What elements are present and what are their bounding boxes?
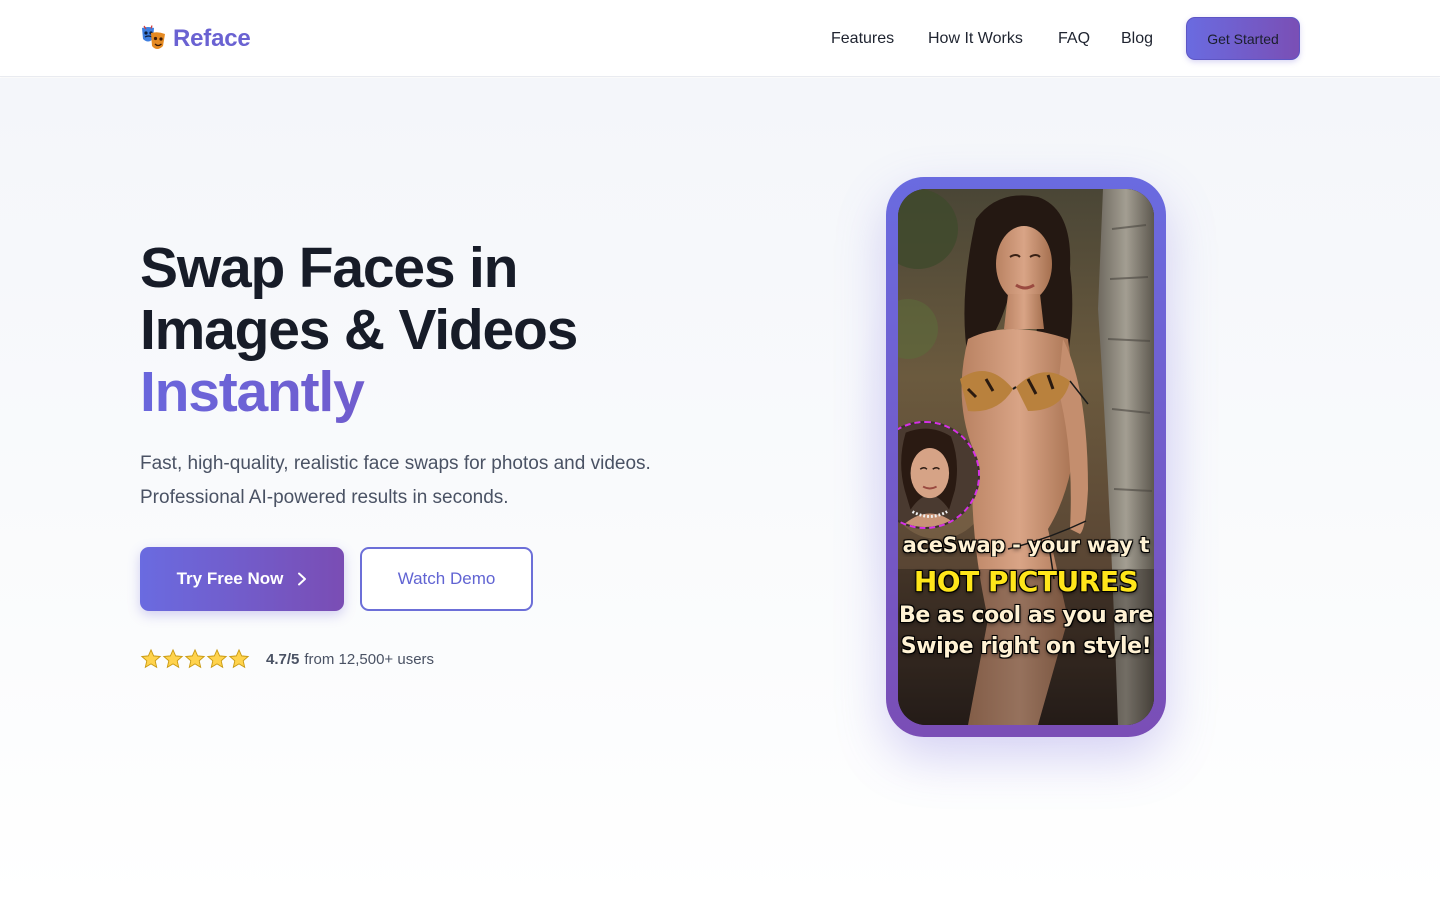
subtext-line-1: Fast, high-quality, realistic face swaps… <box>140 453 651 474</box>
headline-line-1: Swap Faces in <box>140 236 518 300</box>
logo-text: Reface <box>173 25 251 52</box>
try-free-now-button[interactable]: Try Free Now <box>140 547 344 611</box>
nav-item-features[interactable]: Features <box>831 26 894 52</box>
try-free-now-label: Try Free Now <box>176 569 284 588</box>
logo[interactable]: Reface <box>140 22 251 56</box>
headline-line-2: Images & Videos <box>140 298 578 362</box>
star-icon <box>206 648 228 669</box>
star-icon <box>140 648 162 669</box>
star-icon <box>228 648 250 669</box>
chevron-right-icon <box>298 572 307 586</box>
hero-subtext: Fast, high-quality, realistic face swaps… <box>140 447 740 515</box>
watch-demo-button[interactable]: Watch Demo <box>360 547 533 611</box>
caption-line-3: Be as cool as you are <box>898 603 1153 628</box>
star-icon <box>162 648 184 669</box>
get-started-button[interactable]: Get Started <box>1186 17 1300 60</box>
caption-line-4: Swipe right on style! <box>900 634 1152 659</box>
masks-icon <box>142 25 165 49</box>
star-icon <box>184 648 206 669</box>
caption-line-1: aceSwap - your way t <box>902 533 1150 557</box>
subtext-line-2: Professional AI-powered results in secon… <box>140 487 509 508</box>
phone-mockup: aceSwap - your way t HOT PICTURES Be as … <box>886 177 1166 737</box>
headline-accent: Instantly <box>140 361 760 423</box>
rating-text: from 12,500+ users <box>304 650 435 668</box>
nav-item-faq[interactable]: FAQ <box>1058 26 1090 52</box>
phone-screen: aceSwap - your way t HOT PICTURES Be as … <box>898 189 1154 725</box>
rating-score: 4.7/5 <box>266 650 300 668</box>
caption-line-2: HOT PICTURES <box>913 565 1139 598</box>
hero-headline: Swap Faces in Images & Videos Instantly <box>140 237 760 423</box>
site-header: Reface Features How It Works FAQ Blog Ge… <box>0 0 1440 77</box>
star-rating <box>140 648 250 670</box>
rating: 4.7/5 from 12,500+ users <box>140 646 434 672</box>
nav-item-how-it-works[interactable]: How It Works <box>928 26 1023 52</box>
nav-item-blog[interactable]: Blog <box>1121 26 1153 52</box>
